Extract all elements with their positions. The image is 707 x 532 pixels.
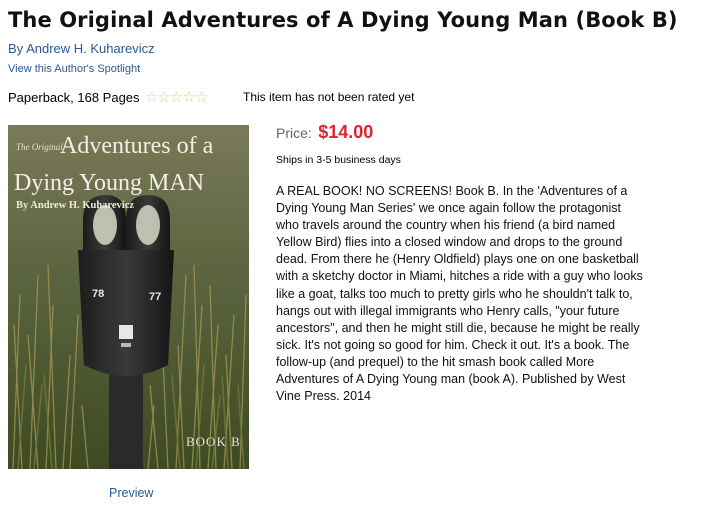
cover-small-text: The Original bbox=[16, 142, 63, 152]
rating-note: This item has not been rated yet bbox=[243, 90, 415, 104]
price-row: Price: $14.00 bbox=[276, 122, 373, 143]
shipping-info: Ships in 3-5 business days bbox=[276, 154, 401, 166]
star-outline-icon[interactable]: ☆ bbox=[170, 89, 183, 106]
cover-title-line2: Dying Young MAN bbox=[14, 170, 204, 196]
preview-link[interactable]: Preview bbox=[109, 486, 153, 500]
product-description: A REAL BOOK! NO SCREENS! Book B. In the … bbox=[276, 184, 643, 404]
author-link[interactable]: By Andrew H. Kuharevicz bbox=[8, 41, 155, 56]
author-spotlight-link[interactable]: View this Author's Spotlight bbox=[8, 63, 140, 75]
cover-byline: By Andrew H. Kuharevicz bbox=[16, 200, 134, 211]
star-outline-icon[interactable]: ☆ bbox=[157, 89, 170, 106]
meter-left-number: 78 bbox=[92, 288, 104, 300]
format-pages: Paperback, 168 Pages bbox=[8, 90, 140, 105]
book-cover-image[interactable]: The Original Adventures of a Dying Young… bbox=[8, 125, 249, 469]
cover-book-label: BOOK B bbox=[186, 434, 241, 449]
cover-title-line1: Adventures of a bbox=[60, 133, 214, 159]
price-value: $14.00 bbox=[318, 122, 374, 142]
rating-stars[interactable]: ☆☆☆☆☆ bbox=[145, 89, 208, 106]
star-outline-icon[interactable]: ☆ bbox=[145, 89, 158, 106]
meter-right-number: 77 bbox=[149, 291, 161, 303]
price-label: Price: bbox=[276, 125, 312, 141]
product-title: The Original Adventures of A Dying Young… bbox=[8, 8, 678, 32]
star-outline-icon[interactable]: ☆ bbox=[195, 89, 208, 106]
star-outline-icon[interactable]: ☆ bbox=[182, 89, 195, 106]
